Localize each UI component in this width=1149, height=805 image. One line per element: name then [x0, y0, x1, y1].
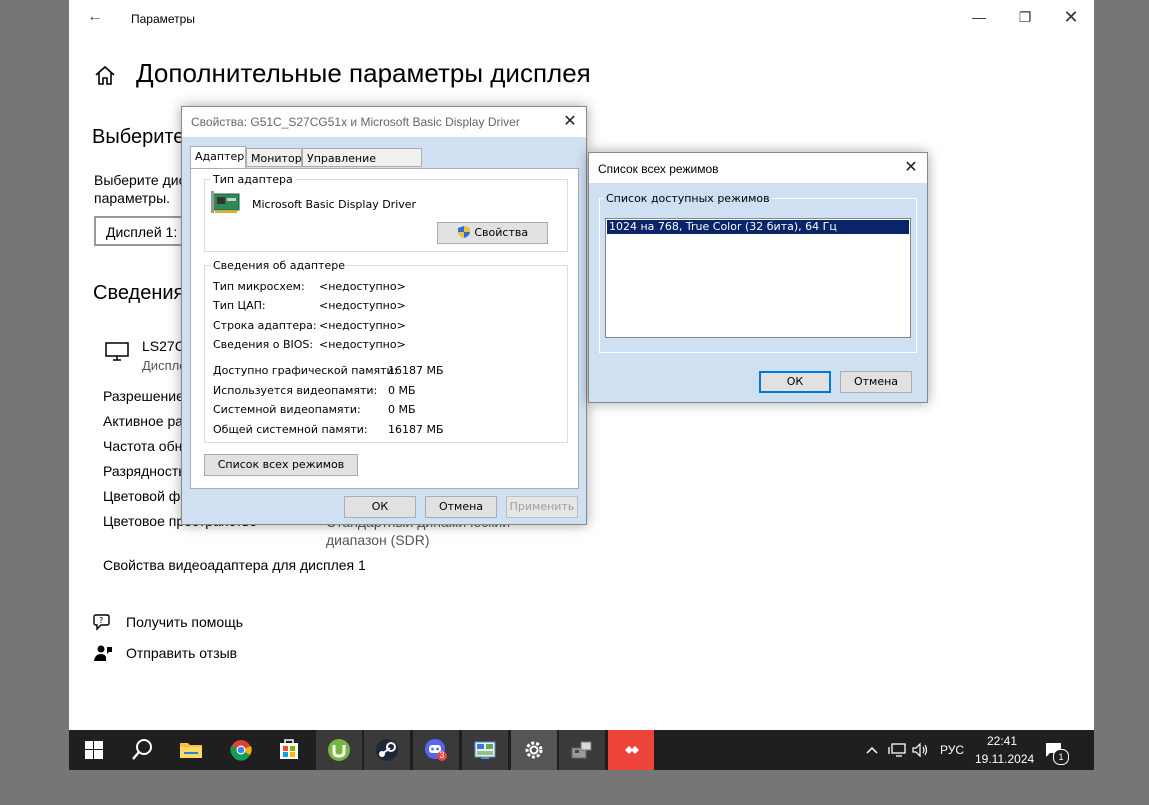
choose-text-2: параметры.	[94, 190, 171, 206]
cancel-button[interactable]: Отмена	[425, 496, 497, 518]
ok-button[interactable]: ОК	[344, 496, 416, 518]
adapter-name: Microsoft Basic Display Driver	[252, 198, 417, 211]
volume-icon[interactable]	[912, 742, 930, 758]
microsoft-store-icon[interactable]	[266, 730, 312, 770]
adapter-type-legend: Тип адаптера	[211, 173, 295, 186]
svg-text:?: ?	[99, 616, 103, 625]
chrome-icon[interactable]	[218, 730, 264, 770]
row-label-resolution: Разрешение	[103, 388, 184, 404]
memory-value: 0 МБ	[388, 403, 416, 416]
steam-icon[interactable]	[364, 730, 410, 770]
chevron-up-icon[interactable]	[865, 742, 879, 758]
row-value-color-space-line2: диапазон (SDR)	[326, 532, 430, 548]
modes-cancel-button[interactable]: Отмена	[840, 371, 912, 393]
monitor-subtitle: Диспле	[142, 358, 187, 373]
adapter-properties-label: Свойства	[474, 226, 529, 239]
settings-gear-icon[interactable]	[511, 730, 557, 770]
monitor-name: LS27C	[142, 338, 185, 354]
memory-label: Системной видеопамяти:	[213, 403, 361, 416]
notification-count: 1	[1053, 749, 1069, 765]
memory-label: Общей системной памяти:	[213, 423, 368, 436]
adapter-tab-panel: Тип адаптера Microsoft Basic Display Dri…	[190, 168, 579, 489]
feedback-link[interactable]: Отправить отзыв	[126, 645, 237, 661]
help-icon: ?	[93, 614, 110, 631]
tab-color-management[interactable]: Управление цветом	[302, 148, 422, 184]
memory-value: 16187 МБ	[388, 423, 444, 436]
restore-button[interactable]: ❐	[1002, 2, 1048, 32]
info-heading: Сведения	[93, 282, 185, 304]
info-value: <недоступно>	[319, 319, 406, 332]
feedback-icon	[94, 645, 112, 661]
close-button[interactable]: ✕	[1048, 2, 1094, 32]
adapter-card-icon	[211, 191, 240, 213]
memory-value: 16187 МБ	[388, 364, 444, 377]
info-label: Строка адаптера:	[213, 319, 317, 332]
adapter-properties-dialog: Свойства: G51C_S27CG51x и Microsoft Basi…	[181, 106, 587, 525]
memory-label: Доступно графической памяти:	[213, 364, 398, 377]
shield-icon	[457, 226, 470, 238]
file-explorer-icon[interactable]	[168, 730, 214, 770]
windows-start-icon[interactable]	[71, 730, 117, 770]
clock-time[interactable]: 22:41	[987, 734, 1017, 748]
choose-heading: Выберите	[92, 126, 185, 148]
discord-icon[interactable]: 3	[413, 730, 459, 770]
anydesk-icon[interactable]	[608, 730, 654, 770]
info-value: <недоступно>	[319, 299, 406, 312]
taskbar: 3 РУС 22:41 19.11.2024 1	[69, 730, 1094, 770]
adapter-type-group: Тип адаптера Microsoft Basic Display Dri…	[204, 173, 568, 252]
language-indicator[interactable]: РУС	[940, 743, 964, 757]
back-arrow-icon[interactable]: ←	[87, 8, 103, 26]
dialog-body: Адаптер Монитор Управление цветом Тип ад…	[182, 137, 586, 524]
apply-button: Применить	[506, 496, 578, 518]
modes-list[interactable]: 1024 на 768, True Color (32 бита), 64 Гц	[605, 218, 911, 338]
discord-badge: 3	[439, 750, 445, 760]
home-icon[interactable]	[93, 64, 117, 88]
modes-close-icon[interactable]: ✕	[899, 156, 923, 180]
minimize-button[interactable]: —	[956, 2, 1002, 32]
list-item-mode[interactable]: 1024 на 768, True Color (32 бита), 64 Гц	[607, 220, 909, 234]
list-all-modes-button[interactable]: Список всех режимов	[204, 454, 358, 476]
memory-label: Используется видеопамяти:	[213, 384, 378, 397]
clock-date[interactable]: 19.11.2024	[975, 752, 1034, 766]
tab-monitor[interactable]: Монитор	[246, 148, 302, 167]
modes-dialog: Список всех режимов ✕ Список доступных р…	[588, 152, 928, 403]
tab-adapter[interactable]: Адаптер	[190, 146, 246, 168]
row-label-bit-depth: Разрядность	[103, 463, 186, 479]
info-label: Тип ЦАП:	[213, 299, 266, 312]
modes-ok-button[interactable]: ОК	[759, 371, 831, 393]
network-icon[interactable]	[888, 742, 906, 758]
dialog-close-icon[interactable]: ✕	[558, 110, 582, 134]
adapter-properties-link[interactable]: Свойства видеоадаптера для дисплея 1	[103, 557, 366, 573]
search-icon[interactable]	[119, 730, 165, 770]
modes-group: Список доступных режимов 1024 на 768, Tr…	[599, 192, 917, 353]
modes-group-label: Список доступных режимов	[604, 192, 772, 205]
device-manager-icon[interactable]	[559, 730, 605, 770]
modes-body: Список доступных режимов 1024 на 768, Tr…	[589, 183, 927, 402]
adapter-info-legend: Сведения об адаптере	[211, 259, 347, 272]
dialog-titlebar: Свойства: G51C_S27CG51x и Microsoft Basi…	[182, 107, 586, 137]
info-label: Тип микросхем:	[213, 280, 305, 293]
control-panel-icon[interactable]	[462, 730, 508, 770]
display-select[interactable]: Дисплей 1: L	[94, 216, 194, 246]
dialog-title: Свойства: G51C_S27CG51x и Microsoft Basi…	[191, 115, 520, 129]
info-value: <недоступно>	[319, 338, 406, 351]
window-title: Параметры	[131, 12, 195, 26]
choose-text-1: Выберите дис	[94, 172, 186, 188]
page-title: Дополнительные параметры дисплея	[136, 58, 591, 88]
modes-titlebar: Список всех режимов ✕	[589, 153, 927, 183]
adapter-info-group: Сведения об адаптере Тип микросхем: <нед…	[204, 259, 568, 443]
tab-strip: Адаптер Монитор Управление цветом	[190, 146, 580, 184]
memory-value: 0 МБ	[388, 384, 416, 397]
row-label-refresh-rate: Частота обн	[103, 438, 183, 454]
adapter-properties-button[interactable]: Свойства	[437, 222, 548, 244]
info-value: <недоступно>	[319, 280, 406, 293]
row-label-color-format: Цветовой фо	[103, 488, 189, 504]
utorrent-icon[interactable]	[316, 730, 362, 770]
monitor-icon	[105, 342, 129, 361]
help-link[interactable]: Получить помощь	[126, 614, 243, 630]
row-label-active-resolution: Активное ра	[103, 413, 184, 429]
info-label: Сведения о BIOS:	[213, 338, 314, 351]
modes-dialog-title: Список всех режимов	[598, 162, 719, 176]
